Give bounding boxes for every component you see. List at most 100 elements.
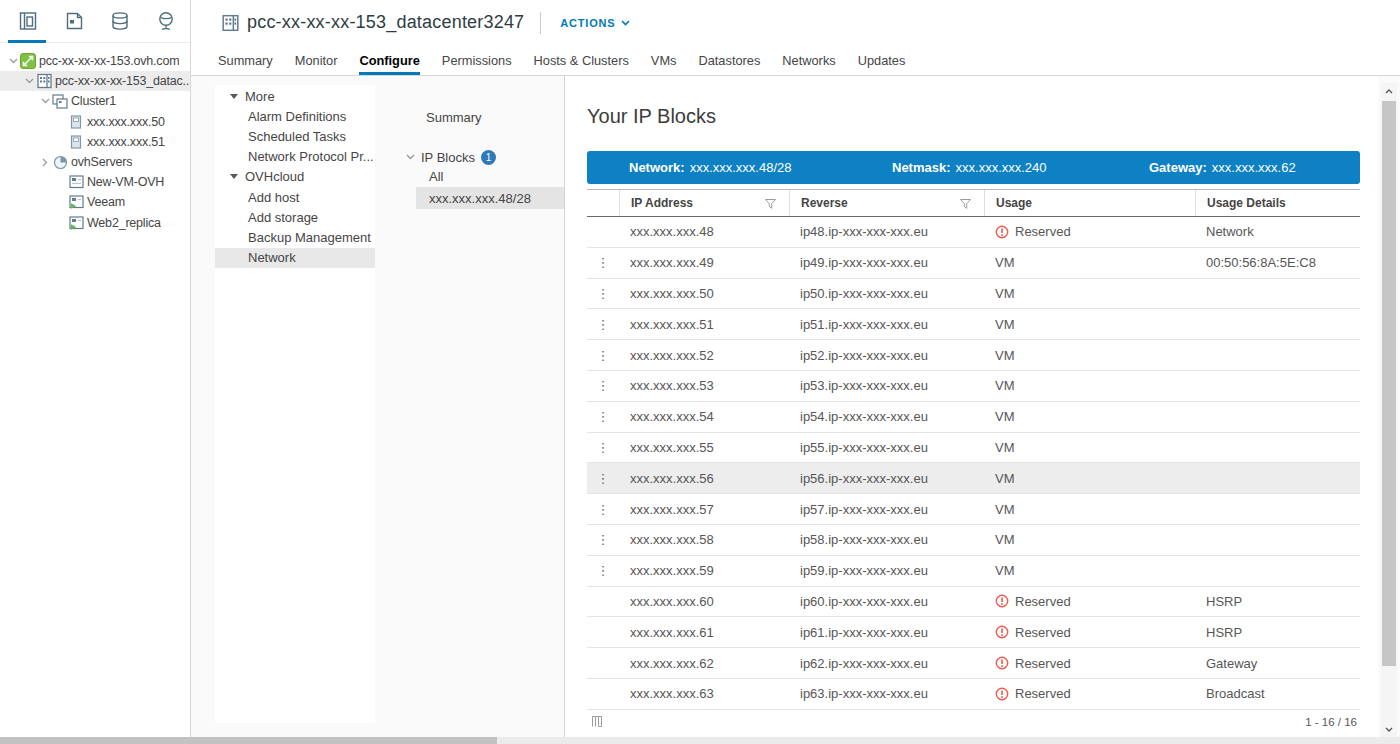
nav-storage[interactable] (97, 0, 143, 42)
table-row-xxx-xxx-xxx-57[interactable]: ⋮xxx.xxx.xxx.57ip57.ip-xxx-xxx-xxx.euVM (587, 494, 1360, 525)
tab-datastores[interactable]: Datastores (698, 45, 760, 75)
nav-hosts-and-clusters[interactable] (5, 0, 51, 42)
reserved-error-icon (995, 625, 1009, 639)
table-row-xxx-xxx-xxx-50[interactable]: ⋮xxx.xxx.xxx.50ip50.ip-xxx-xxx-xxx.euVM (587, 279, 1360, 310)
scroll-up-icon[interactable] (1381, 83, 1397, 99)
config-item-network-protocol-pr[interactable]: Network Protocol Pr... (215, 147, 375, 167)
table-row-xxx-xxx-xxx-55[interactable]: ⋮xxx.xxx.xxx.55ip55.ip-xxx-xxx-xxx.euVM (587, 433, 1360, 464)
tree-item-cluster1[interactable]: Cluster1 (0, 91, 190, 111)
config-item-backup-management[interactable]: Backup Management (215, 227, 375, 247)
row-menu-icon[interactable]: ⋮ (587, 525, 619, 555)
config-item-network[interactable]: Network (215, 248, 375, 268)
vertical-scrollbar-thumb[interactable] (1382, 101, 1396, 666)
table-row-xxx-xxx-xxx-52[interactable]: ⋮xxx.xxx.xxx.52ip52.ip-xxx-xxx-xxx.euVM (587, 340, 1360, 371)
chevron-down-icon[interactable] (406, 154, 415, 160)
ip-block-summary-bar: Network:xxx.xxx.xxx.48/28Netmask:xxx.xxx… (587, 151, 1360, 184)
row-menu-icon[interactable]: ⋮ (587, 248, 619, 278)
usage-label: Reserved (1015, 224, 1071, 239)
tree-item-web2-replica[interactable]: Web2_replica (0, 213, 190, 233)
tab-hosts-clusters[interactable]: Hosts & Clusters (534, 45, 629, 75)
table-row-xxx-xxx-xxx-59[interactable]: ⋮xxx.xxx.xxx.59ip59.ip-xxx-xxx-xxx.euVM (587, 556, 1360, 587)
tree-item-pcc-xx-xx-xx-153-ovh-com[interactable]: pcc-xx-xx-xx-153.ovh.com (0, 51, 190, 71)
table-row-xxx-xxx-xxx-51[interactable]: ⋮xxx.xxx.xxx.51ip51.ip-xxx-xxx-xxx.euVM (587, 309, 1360, 340)
tab-configure[interactable]: Configure (359, 45, 419, 75)
cell-usage-details (1195, 402, 1360, 432)
horizontal-scrollbar[interactable] (0, 737, 1400, 744)
row-menu-icon[interactable]: ⋮ (587, 433, 619, 463)
tree-item-pcc-xx-xx-xx-153-datac[interactable]: pcc-xx-xx-xx-153_datac... (0, 71, 190, 91)
tree-item-xxx-xxx-xxx-50[interactable]: xxx.xxx.xxx.50 (0, 112, 190, 132)
row-menu-icon[interactable]: ⋮ (587, 402, 619, 432)
tree-item-new-vm-ovh[interactable]: New-VM-OVH (0, 172, 190, 192)
scroll-down-icon[interactable] (1381, 721, 1397, 737)
config-item-alarm-definitions[interactable]: Alarm Definitions (215, 106, 375, 126)
tab-networks[interactable]: Networks (782, 45, 835, 75)
column-settings-icon[interactable] (592, 716, 604, 727)
cell-ip-address: xxx.xxx.xxx.57 (619, 494, 789, 524)
config-item-add-host[interactable]: Add host (215, 187, 375, 207)
tree-item-label: pcc-xx-xx-xx-153.ovh.com (36, 54, 179, 68)
table-row-xxx-xxx-xxx-53[interactable]: ⋮xxx.xxx.xxx.53ip53.ip-xxx-xxx-xxx.euVM (587, 371, 1360, 402)
nav-vms-and-templates[interactable] (51, 0, 97, 42)
row-menu-icon[interactable]: ⋮ (587, 494, 619, 524)
table-row-xxx-xxx-xxx-49[interactable]: ⋮xxx.xxx.xxx.49ip49.ip-xxx-xxx-xxx.euVM0… (587, 248, 1360, 279)
filter-icon[interactable] (960, 199, 971, 209)
configure-nav: MoreAlarm DefinitionsScheduled TasksNetw… (215, 85, 375, 723)
row-menu-icon[interactable]: ⋮ (587, 371, 619, 401)
usage-label: VM (995, 317, 1015, 332)
table-row-xxx-xxx-xxx-56[interactable]: ⋮xxx.xxx.xxx.56ip56.ip-xxx-xxx-xxx.euVM (587, 463, 1360, 494)
row-menu-icon[interactable]: ⋮ (587, 556, 619, 586)
header-cell-ip-address[interactable]: IP Address (619, 190, 789, 216)
table-row-xxx-xxx-xxx-54[interactable]: ⋮xxx.xxx.xxx.54ip54.ip-xxx-xxx-xxx.euVM (587, 402, 1360, 433)
header-cell-reverse[interactable]: Reverse (789, 190, 984, 216)
row-menu-icon[interactable]: ⋮ (587, 279, 619, 309)
chevron-down-icon[interactable] (22, 78, 36, 84)
filter-icon[interactable] (765, 199, 776, 209)
tab-updates[interactable]: Updates (858, 45, 906, 75)
config-item-add-storage[interactable]: Add storage (215, 207, 375, 227)
chevron-down-icon[interactable] (38, 98, 52, 104)
table-row-xxx-xxx-xxx-48[interactable]: xxx.xxx.xxx.48ip48.ip-xxx-xxx-xxx.euRese… (587, 217, 1360, 248)
usage-label: VM (995, 378, 1015, 393)
vm-icon (68, 175, 84, 189)
table-row-xxx-xxx-xxx-63[interactable]: xxx.xxx.xxx.63ip63.ip-xxx-xxx-xxx.euRese… (587, 679, 1360, 710)
tree-item-xxx-xxx-xxx-51[interactable]: xxx.xxx.xxx.51 (0, 132, 190, 152)
caret-down-icon (230, 174, 238, 179)
cell-usage: Reserved (984, 587, 1195, 617)
table-row-xxx-xxx-xxx-61[interactable]: xxx.xxx.xxx.61ip61.ip-xxx-xxx-xxx.euRese… (587, 617, 1360, 648)
vertical-scrollbar[interactable] (1381, 83, 1397, 737)
chevron-right-icon[interactable] (38, 158, 52, 167)
cell-usage-details: Broadcast (1195, 679, 1360, 709)
table-row-xxx-xxx-xxx-60[interactable]: xxx.xxx.xxx.60ip60.ip-xxx-xxx-xxx.euRese… (587, 587, 1360, 618)
cell-usage-details (1195, 340, 1360, 370)
tab-monitor[interactable]: Monitor (295, 45, 338, 75)
header-cell-usage-details[interactable]: Usage Details (1195, 190, 1360, 216)
chevron-down-icon[interactable] (6, 58, 20, 64)
subnav-ip-blocks[interactable]: IP Blocks 1 (406, 147, 496, 167)
column-label: Usage Details (1207, 196, 1286, 210)
tab-summary[interactable]: Summary (218, 45, 273, 75)
subnav-item-all[interactable]: All (416, 166, 564, 187)
tree-item-veeam[interactable]: Veeam (0, 192, 190, 212)
config-group-more[interactable]: More (215, 86, 375, 106)
tab-permissions[interactable]: Permissions (442, 45, 512, 75)
table-row-xxx-xxx-xxx-58[interactable]: ⋮xxx.xxx.xxx.58ip58.ip-xxx-xxx-xxx.euVM (587, 525, 1360, 556)
config-item-scheduled-tasks[interactable]: Scheduled Tasks (215, 126, 375, 146)
row-menu-icon[interactable]: ⋮ (587, 463, 619, 493)
tree-item-ovhservers[interactable]: ovhServers (0, 152, 190, 172)
subnav-item-xxx-xxx-xxx-48-28[interactable]: xxx.xxx.xxx.48/28 (416, 187, 564, 209)
header-cell-usage[interactable]: Usage (984, 190, 1195, 216)
nav-networking[interactable] (143, 0, 189, 42)
row-menu-icon[interactable]: ⋮ (587, 309, 619, 339)
usage-label: VM (995, 348, 1015, 363)
tree-item-label: Web2_replica (84, 216, 161, 230)
config-group-ovhcloud[interactable]: OVHcloud (215, 167, 375, 187)
horizontal-scrollbar-thumb[interactable] (0, 737, 497, 744)
table-body: xxx.xxx.xxx.48ip48.ip-xxx-xxx-xxx.euRese… (587, 217, 1360, 710)
actions-button[interactable]: ACTIONS (560, 17, 630, 29)
tab-vms[interactable]: VMs (651, 45, 677, 75)
cell-usage-details (1195, 525, 1360, 555)
row-menu-icon[interactable]: ⋮ (587, 340, 619, 370)
subnav-summary[interactable]: Summary (426, 107, 482, 127)
table-row-xxx-xxx-xxx-62[interactable]: xxx.xxx.xxx.62ip62.ip-xxx-xxx-xxx.euRese… (587, 648, 1360, 679)
